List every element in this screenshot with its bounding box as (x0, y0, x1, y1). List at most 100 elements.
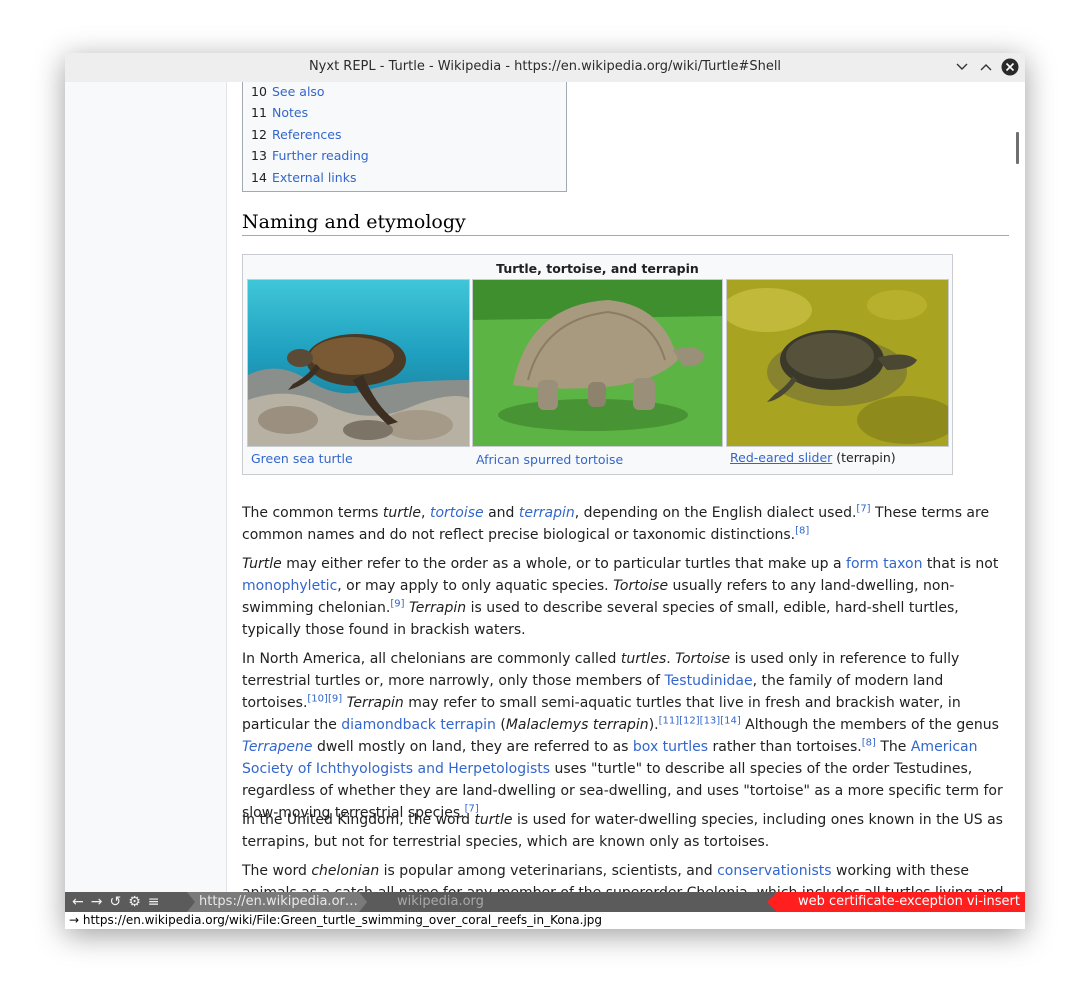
text-italic: turtle (382, 505, 422, 521)
paragraph-4: In the United Kingdom, the word turtle i… (242, 809, 1004, 853)
link-form-taxon[interactable]: form taxon (846, 556, 922, 572)
table-of-contents: 10 See also 11 Notes 12 References 13 Furthe… (242, 82, 567, 192)
text-italic: Tortoise (675, 651, 731, 667)
link-testudinidae[interactable]: Testudinidae (665, 673, 753, 689)
citation-link[interactable]: [9] (390, 598, 404, 609)
link-box-turtles[interactable]: box turtles (633, 739, 708, 755)
link-green-sea-turtle[interactable]: Green sea turtle (251, 451, 353, 466)
forward-icon[interactable]: → (91, 894, 103, 910)
text-italic: Terrapin (346, 695, 404, 711)
text: that is not (922, 556, 999, 572)
citation-link[interactable]: [14] (720, 715, 741, 726)
link-terrapene[interactable]: Terrapene (242, 739, 313, 755)
link-diamondback-terrapin[interactable]: diamondback terrapin (341, 717, 496, 733)
link-tortoise[interactable]: tortoise (430, 505, 484, 521)
text-italic: Turtle (242, 556, 282, 572)
toc-number: 14 (251, 169, 267, 185)
link-monophyletic[interactable]: monophyletic (242, 578, 337, 594)
sea-turtle-photo (248, 280, 469, 446)
green-sea-turtle-image[interactable] (247, 279, 470, 447)
text: Although the members of the genus (740, 717, 999, 733)
page-viewport[interactable]: 10 See also 11 Notes 12 References 13 Furthe… (65, 82, 1025, 892)
paragraph-2: Turtle may either refer to the order as … (242, 553, 1004, 641)
tortoise-photo (473, 280, 722, 446)
section-heading: Naming and etymology (242, 211, 1009, 236)
toc-link-see-also[interactable]: See also (272, 84, 325, 99)
caption-african-spurred-tortoise: African spurred tortoise (476, 452, 623, 467)
citation-link[interactable]: [9] (328, 693, 342, 704)
african-spurred-tortoise-image[interactable] (472, 279, 723, 447)
status-bar: ← → ↺ ⚙ ≡ https://en.wikipedia.or… wikip… (65, 892, 1025, 912)
text: rather than tortoises. (708, 739, 862, 755)
citation-link[interactable]: [10] (307, 693, 328, 704)
chevron-down-icon (956, 63, 968, 70)
citation-link[interactable]: [13] (700, 715, 721, 726)
toc-item: 10 See also (251, 82, 566, 102)
text: may either refer to the order as a whole… (281, 556, 847, 572)
paragraph-1: The common terms turtle, tortoise and te… (242, 502, 1004, 546)
message-area: → https://en.wikipedia.org/wiki/File:Gre… (65, 912, 1025, 929)
toc-link-external-links[interactable]: External links (272, 170, 356, 185)
toc-number: 10 (251, 84, 267, 99)
gallery-title: Turtle, tortoise, and terrapin (496, 261, 699, 276)
paragraph-5: The word chelonian is popular among vete… (242, 860, 1004, 892)
toc-item: 12 References (251, 124, 566, 145)
url-segment[interactable]: https://en.wikipedia.or… (187, 892, 367, 912)
browser-window: Nyxt REPL - Turtle - Wikipedia - https:/… (65, 53, 1025, 929)
text: , depending on the English dialect used. (574, 505, 857, 521)
text-italic: Tortoise (613, 578, 669, 594)
domain-segment: wikipedia.org (397, 894, 484, 909)
menu-icon[interactable]: ≡ (148, 894, 160, 910)
toc-item: 14 External links (251, 167, 566, 188)
citation-link[interactable]: [12] (679, 715, 700, 726)
sidebar-panel (65, 82, 227, 892)
nav-buttons: ← → ↺ ⚙ ≡ (72, 893, 160, 911)
chevron-up-icon (980, 64, 992, 71)
text: The word (242, 863, 312, 879)
scrollbar-thumb[interactable] (1016, 132, 1019, 164)
text: , (421, 505, 430, 521)
text: In North America, all chelonians are com… (242, 651, 621, 667)
toc-number: 13 (251, 148, 267, 164)
settings-icon[interactable]: ⚙ (128, 894, 141, 910)
caption-terrapin-note: (terrapin) (836, 450, 896, 465)
text: and (483, 505, 519, 521)
text: The common terms (242, 505, 383, 521)
text: ( (495, 717, 506, 733)
text: is popular among veterinarians, scientis… (379, 863, 718, 879)
text: . (666, 651, 676, 667)
text-italic: Malaclemys terrapin (505, 717, 649, 733)
toc-link-further-reading[interactable]: Further reading (272, 148, 369, 163)
back-icon[interactable]: ← (72, 894, 84, 910)
text: ). (648, 717, 659, 733)
text-italic: chelonian (311, 863, 380, 879)
citation-link[interactable]: [8] (795, 525, 809, 536)
citation-link[interactable]: [8] (862, 737, 876, 748)
text-italic: turtle (474, 812, 513, 828)
caption-red-eared-slider: Red-eared slider (terrapin) (730, 450, 896, 465)
mode-badge[interactable]: web certificate-exception vi-insert (767, 892, 1025, 912)
toc-number: 11 (251, 105, 267, 121)
minimize-button[interactable] (953, 58, 971, 76)
red-eared-slider-image[interactable] (726, 279, 949, 447)
text-italic: turtles (620, 651, 667, 667)
citation-link[interactable]: [7] (856, 503, 870, 514)
link-african-spurred-tortoise[interactable]: African spurred tortoise (476, 452, 623, 467)
toc-link-references[interactable]: References (272, 127, 341, 142)
toc-item: 13 Further reading (251, 145, 566, 166)
close-button[interactable] (1001, 58, 1019, 76)
citation-link[interactable]: [11] (659, 715, 680, 726)
text: The (875, 739, 911, 755)
maximize-button[interactable] (977, 58, 995, 76)
toc-number: 12 (251, 126, 267, 142)
link-terrapin[interactable]: terrapin (519, 505, 575, 521)
link-conservationists[interactable]: conservationists (717, 863, 831, 879)
text: In the United Kingdom, the word (242, 812, 475, 828)
paragraph-3: In North America, all chelonians are com… (242, 648, 1004, 824)
image-gallery: Turtle, tortoise, and terrapin Green sea… (242, 254, 953, 475)
link-red-eared-slider[interactable]: Red-eared slider (730, 450, 832, 465)
toc-link-notes[interactable]: Notes (272, 105, 308, 120)
slider-photo (727, 280, 948, 446)
window-title: Nyxt REPL - Turtle - Wikipedia - https:/… (308, 59, 782, 74)
reload-icon[interactable]: ↺ (109, 894, 121, 910)
